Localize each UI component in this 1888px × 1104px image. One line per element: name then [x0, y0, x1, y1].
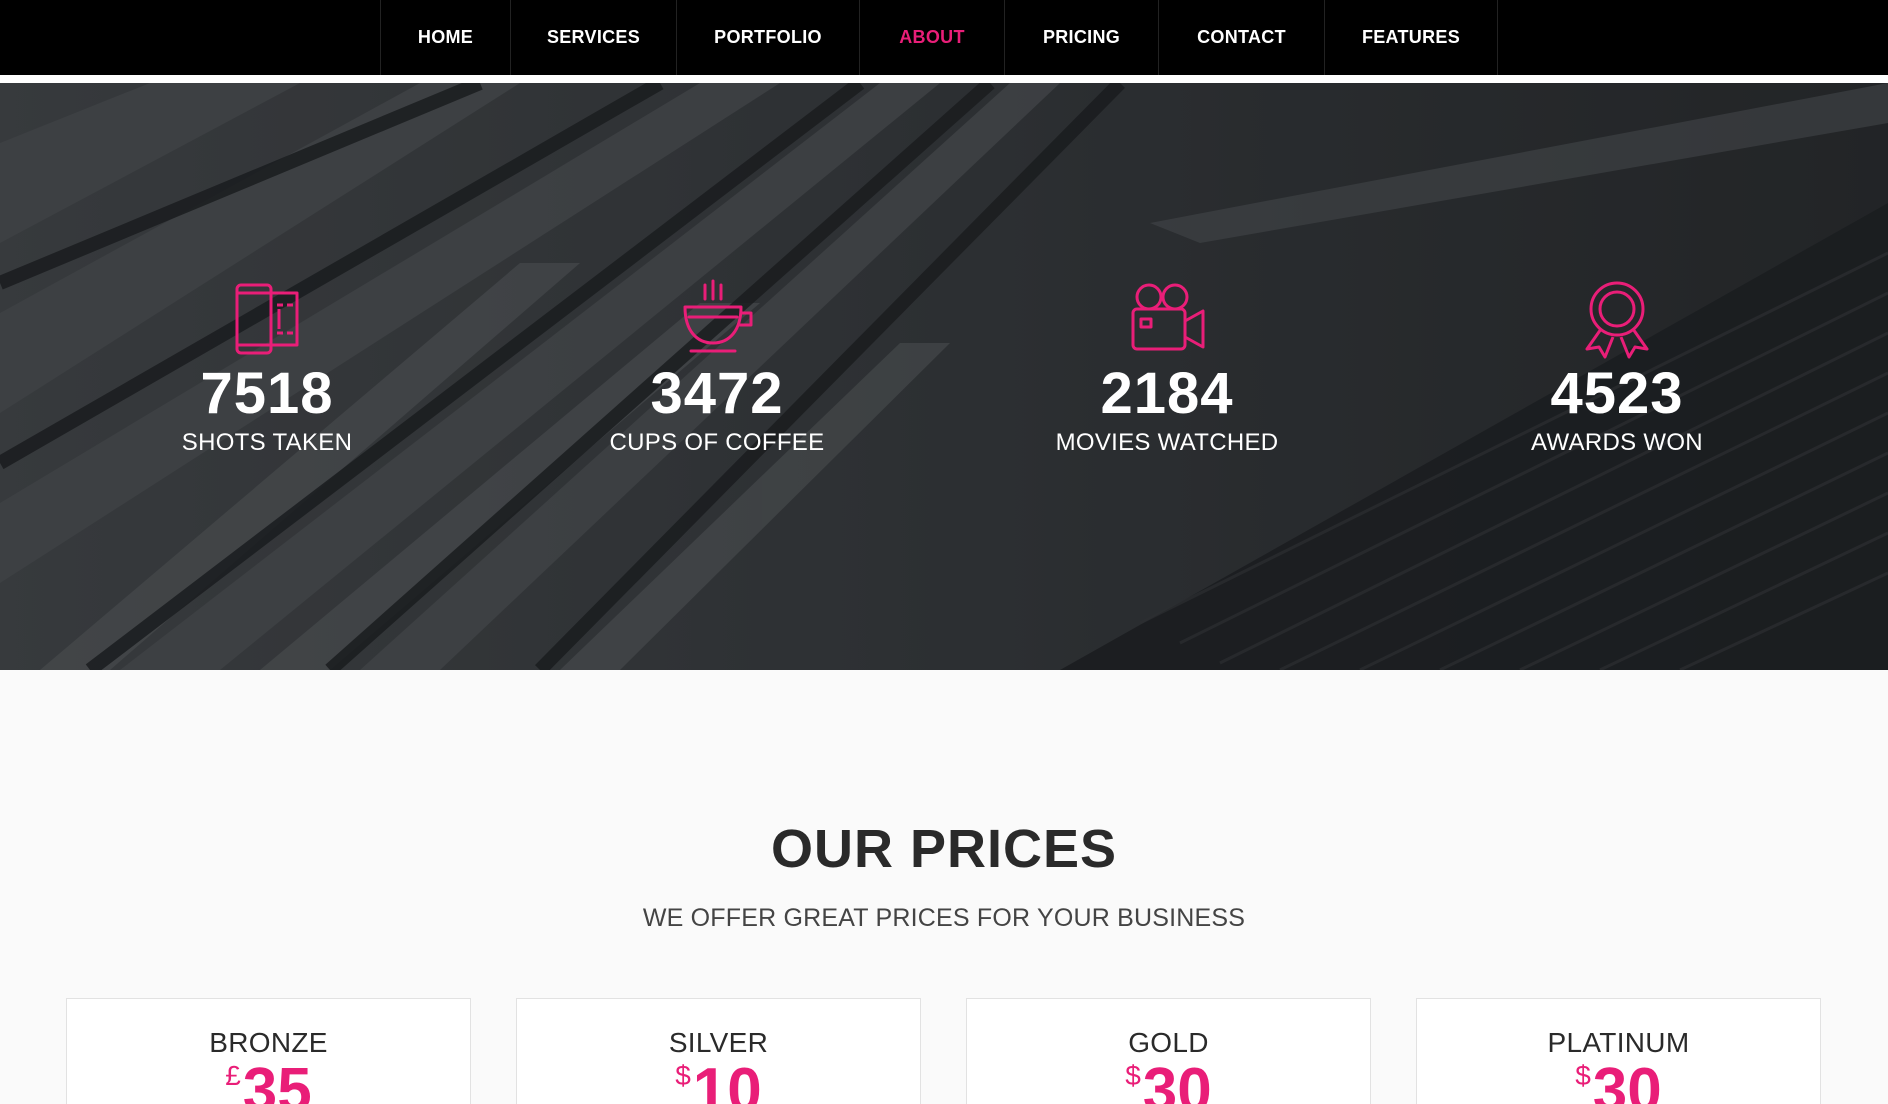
nav-item-services[interactable]: SERVICES [510, 0, 676, 75]
pricing-subtitle: WE OFFER GREAT PRICES FOR YOUR BUSINESS [642, 904, 1246, 932]
plan-price: $30 [1417, 1060, 1820, 1104]
plan-name: GOLD [1128, 1027, 1209, 1058]
stat-shots-taken: 7518 SHOTS TAKEN [42, 279, 492, 457]
plan-currency: £ [225, 1060, 241, 1091]
film-strip-icon [235, 283, 299, 355]
nav-item-features[interactable]: FEATURES [1324, 0, 1498, 75]
stat-value: 2184 [1100, 361, 1234, 426]
pricing-title: OUR PRICES [770, 819, 1118, 879]
stat-cups-of-coffee: 3472 CUPS OF COFFEE [492, 279, 942, 457]
plan-price: $10 [517, 1060, 920, 1104]
stat-value: 4523 [1550, 361, 1684, 426]
award-ribbon-icon [1585, 281, 1649, 359]
stat-awards-won: 4523 AWARDS WON [1392, 279, 1842, 457]
plan-name: BRONZE [209, 1027, 328, 1058]
stat-label: CUPS OF COFFEE [609, 429, 825, 456]
plan-name: PLATINUM [1547, 1027, 1690, 1058]
plan-currency: $ [1575, 1060, 1591, 1091]
plan-amount: 35 [242, 1056, 312, 1104]
plan-amount: 30 [1592, 1056, 1662, 1104]
nav-item-about[interactable]: ABOUT [859, 0, 1004, 75]
plan-currency: $ [1125, 1060, 1141, 1091]
stat-value: 3472 [650, 361, 784, 426]
stats-section: 7518 SHOTS TAKEN 3472 CUPS OF COFFEE 218… [0, 83, 1888, 670]
plan-amount: 10 [692, 1056, 762, 1104]
plan-amount: 30 [1142, 1056, 1212, 1104]
stat-movies-watched: 2184 MOVIES WATCHED [942, 279, 1392, 457]
nav-item-pricing[interactable]: PRICING [1004, 0, 1158, 75]
coffee-cup-icon [683, 279, 753, 353]
nav-menu: HOME SERVICES PORTFOLIO ABOUT PRICING CO… [380, 0, 1498, 75]
pricing-card-gold[interactable]: GOLD $30 [966, 998, 1371, 1104]
plan-currency: $ [675, 1060, 691, 1091]
stat-label: SHOTS TAKEN [181, 429, 353, 456]
pricing-card-bronze[interactable]: BRONZE £35 [66, 998, 471, 1104]
plan-price: $30 [967, 1060, 1370, 1104]
nav-item-contact[interactable]: CONTACT [1158, 0, 1324, 75]
nav-item-home[interactable]: HOME [380, 0, 510, 75]
plan-name: SILVER [668, 1027, 769, 1058]
stat-label: AWARDS WON [1531, 429, 1703, 456]
stat-value: 7518 [200, 361, 334, 426]
plan-price: £35 [67, 1060, 470, 1104]
nav-divider [0, 75, 1888, 83]
pricing-card-silver[interactable]: SILVER $10 [516, 998, 921, 1104]
top-navigation: HOME SERVICES PORTFOLIO ABOUT PRICING CO… [0, 0, 1888, 83]
pricing-card-platinum[interactable]: PLATINUM $30 [1416, 998, 1821, 1104]
video-camera-icon [1131, 283, 1205, 351]
stat-label: MOVIES WATCHED [1055, 429, 1279, 456]
nav-item-portfolio[interactable]: PORTFOLIO [676, 0, 859, 75]
